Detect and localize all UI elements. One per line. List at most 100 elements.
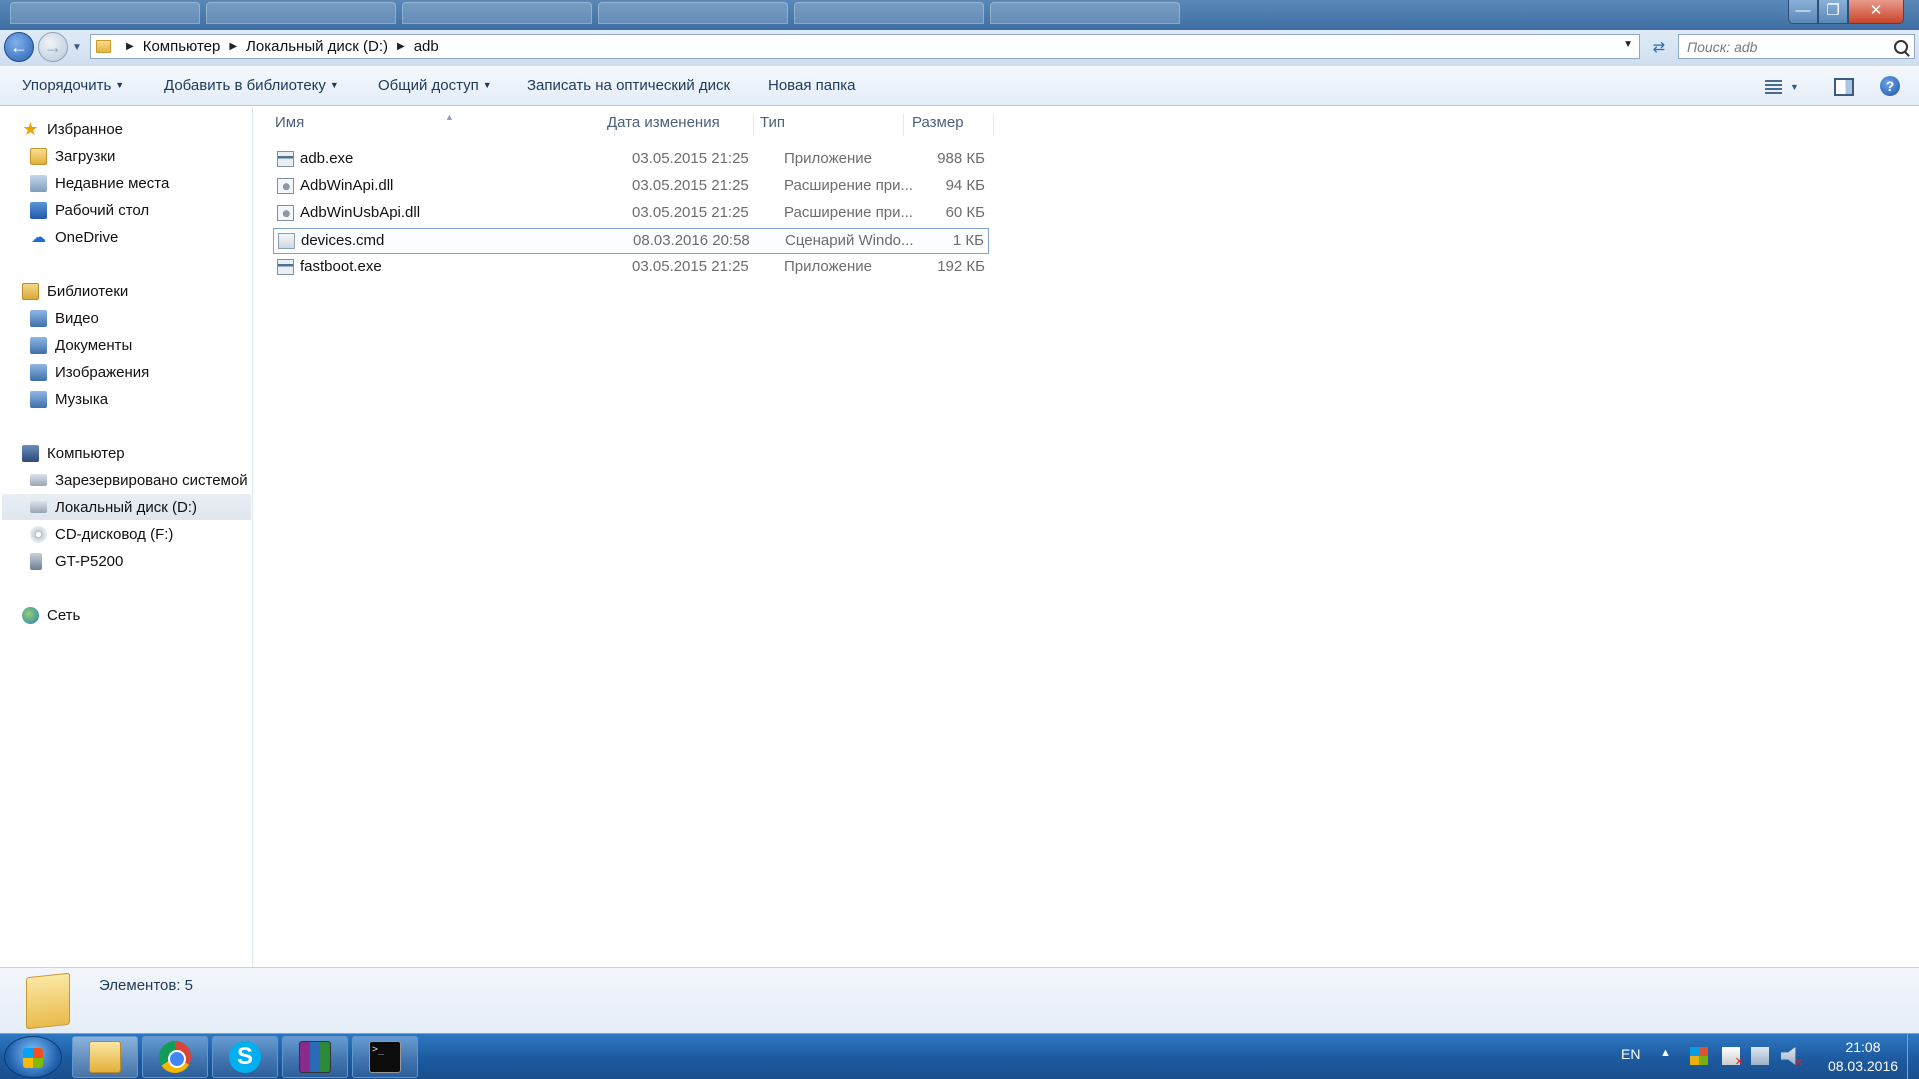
network-status-icon[interactable] — [1751, 1047, 1769, 1065]
clock-date: 08.03.2016 — [1827, 1058, 1899, 1074]
column-header-date[interactable]: Дата изменения — [602, 114, 754, 136]
background-tab[interactable] — [206, 2, 396, 24]
chevron-right-icon[interactable]: ▶ — [397, 41, 405, 52]
language-indicator[interactable]: EN — [1621, 1046, 1640, 1062]
nav-computer[interactable]: Компьютер — [22, 440, 250, 466]
file-row[interactable]: fastboot.exe 03.05.2015 21:25 Приложение… — [273, 255, 989, 281]
column-label: Тип — [760, 114, 786, 131]
burn-button[interactable]: Записать на оптический диск — [527, 77, 730, 94]
dll-icon — [277, 204, 294, 221]
preview-pane-button[interactable] — [1834, 78, 1854, 96]
file-row[interactable]: AdbWinApi.dll 03.05.2015 21:25 Расширени… — [273, 174, 989, 200]
navigation-bar: ← → ▼ ▶ Компьютер ▶ Локальный диск (D:) … — [0, 30, 1919, 66]
action-center-icon[interactable] — [1722, 1047, 1744, 1068]
tablet-device-icon — [30, 552, 42, 570]
star-icon: ★ — [22, 118, 39, 139]
help-button[interactable]: ? — [1880, 76, 1900, 96]
taskbar-chrome[interactable] — [142, 1036, 208, 1078]
nav-recent-places[interactable]: Недавние места — [30, 170, 252, 196]
show-desktop-button[interactable] — [1907, 1034, 1919, 1079]
nav-local-disk-d[interactable]: Локальный диск (D:) — [2, 494, 251, 520]
nav-onedrive[interactable]: ☁ OneDrive — [30, 224, 252, 250]
arrow-right-icon: → — [44, 36, 62, 57]
address-bar[interactable]: ▶ Компьютер ▶ Локальный диск (D:) ▶ adb … — [90, 34, 1640, 59]
background-tab[interactable] — [402, 2, 592, 24]
cloud-icon: ☁ — [31, 228, 46, 246]
background-tab[interactable] — [794, 2, 984, 24]
chrome-icon — [159, 1041, 191, 1073]
nav-network[interactable]: Сеть — [22, 602, 250, 628]
chevron-right-icon[interactable]: ▶ — [126, 41, 134, 52]
chevron-down-icon: ▼ — [482, 80, 492, 90]
breadcrumb-adb[interactable]: adb — [414, 38, 439, 55]
nav-label: Недавние места — [55, 174, 170, 192]
column-label: Дата изменения — [607, 114, 720, 131]
breadcrumb-computer[interactable]: Компьютер — [143, 38, 221, 55]
pictures-library-icon — [30, 363, 47, 381]
nav-device[interactable]: GT-P5200 — [30, 548, 252, 574]
nav-system-reserved[interactable]: Зарезервировано системой — [30, 467, 252, 493]
search-icon[interactable] — [1894, 39, 1908, 54]
taskbar-cmd[interactable]: >_ — [352, 1036, 418, 1078]
windows-update-icon[interactable] — [1690, 1047, 1708, 1065]
taskbar-explorer[interactable] — [72, 1036, 138, 1078]
nav-downloads[interactable]: Загрузки — [30, 143, 252, 169]
desktop-icon — [30, 201, 47, 219]
share-label: Общий доступ — [378, 77, 479, 94]
library-icon — [22, 282, 39, 300]
column-header-size[interactable]: Размер — [904, 114, 994, 136]
background-tab[interactable] — [598, 2, 788, 24]
forward-button[interactable]: → — [38, 32, 68, 62]
file-date: 03.05.2015 21:25 — [632, 258, 749, 275]
add-to-library-label: Добавить в библиотеку — [164, 77, 326, 94]
taskbar-winrar[interactable] — [282, 1036, 348, 1078]
nav-documents[interactable]: Документы — [30, 332, 252, 358]
minimize-button[interactable]: — — [1788, 0, 1818, 24]
recent-pages-dropdown[interactable]: ▼ — [72, 42, 82, 53]
share-button[interactable]: Общий доступ ▼ — [378, 77, 492, 94]
nav-music[interactable]: Музыка — [30, 386, 252, 412]
breadcrumb-drive-d[interactable]: Локальный диск (D:) — [246, 38, 388, 55]
column-header-name[interactable]: ▲ Имя — [275, 112, 615, 136]
chevron-down-icon: ▼ — [329, 80, 339, 90]
file-row[interactable]: adb.exe 03.05.2015 21:25 Приложение 988 … — [273, 147, 989, 173]
back-button[interactable]: ← — [4, 32, 34, 62]
nav-cd-drive[interactable]: CD-дисковод (F:) — [30, 521, 252, 547]
system-clock[interactable]: 21:08 08.03.2016 — [1818, 1038, 1908, 1076]
refresh-button[interactable]: ⇄ — [1646, 36, 1672, 60]
nav-desktop[interactable]: Рабочий стол — [30, 197, 252, 223]
file-type: Приложение — [784, 150, 872, 167]
file-row-selected[interactable]: devices.cmd 08.03.2016 20:58 Сценарий Wi… — [273, 228, 989, 254]
search-input[interactable]: Поиск: adb — [1678, 34, 1915, 59]
address-history-dropdown[interactable]: ▼ — [1623, 39, 1633, 50]
file-row[interactable]: AdbWinUsbApi.dll 03.05.2015 21:25 Расшир… — [273, 201, 989, 227]
chevron-right-icon[interactable]: ▶ — [229, 41, 237, 52]
nav-pictures[interactable]: Изображения — [30, 359, 252, 385]
close-button[interactable]: ✕ — [1848, 0, 1904, 24]
show-hidden-icons-button[interactable]: ▲ — [1660, 1047, 1671, 1059]
maximize-button[interactable]: ❐ — [1818, 0, 1848, 24]
nav-video[interactable]: Видео — [30, 305, 252, 331]
chevron-down-icon: ▼ — [115, 80, 125, 90]
file-name: AdbWinUsbApi.dll — [300, 204, 421, 221]
nav-label: CD-дисковод (F:) — [55, 525, 174, 543]
column-header-type[interactable]: Тип — [754, 114, 904, 136]
background-tab[interactable] — [10, 2, 200, 24]
organize-button[interactable]: Упорядочить ▼ — [22, 77, 124, 94]
file-name: devices.cmd — [301, 232, 385, 249]
details-pane: Элементов: 5 — [0, 967, 1919, 1033]
column-label: Размер — [912, 114, 964, 131]
background-tab[interactable] — [990, 2, 1180, 24]
file-date: 08.03.2016 20:58 — [633, 232, 750, 249]
start-button[interactable] — [4, 1036, 62, 1078]
nav-libraries[interactable]: Библиотеки — [22, 278, 250, 304]
command-toolbar: Упорядочить ▼ Добавить в библиотеку ▼ Общи… — [0, 66, 1919, 106]
nav-favorites[interactable]: ★ Избранное — [22, 116, 250, 142]
arrow-left-icon: ← — [10, 36, 28, 57]
change-view-button[interactable]: ▼ — [1765, 78, 1809, 96]
navigation-pane: ★ Избранное Загрузки Недавние места Рабо… — [0, 107, 253, 967]
add-to-library-button[interactable]: Добавить в библиотеку ▼ — [164, 77, 339, 94]
title-bar: — ❐ ✕ — [0, 0, 1919, 30]
taskbar-skype[interactable]: S — [212, 1036, 278, 1078]
new-folder-button[interactable]: Новая папка — [768, 77, 855, 94]
